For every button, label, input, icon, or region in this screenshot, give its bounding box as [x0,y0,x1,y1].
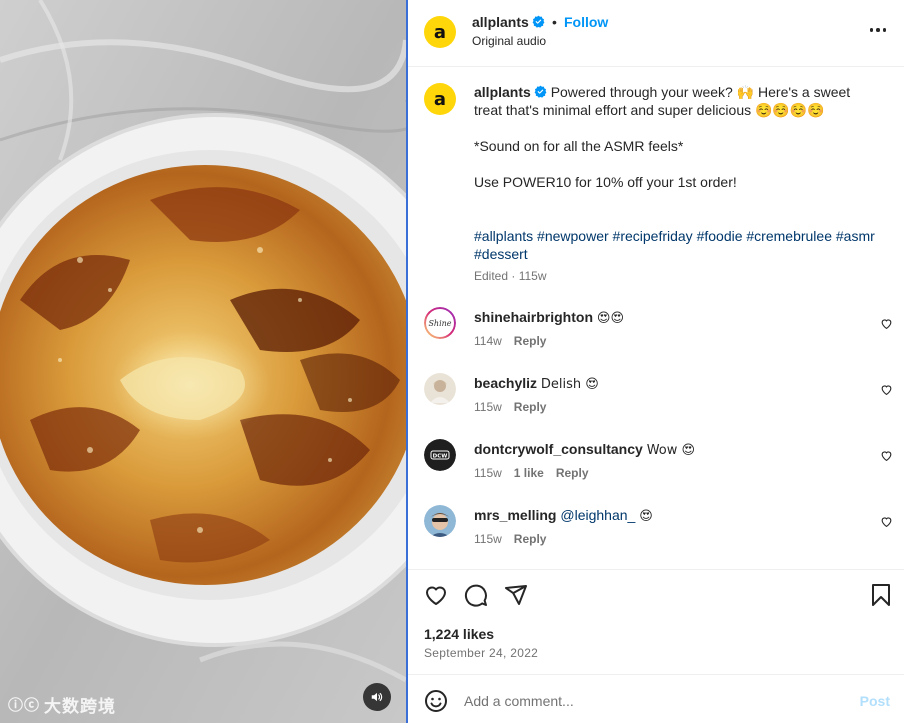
reply-button[interactable]: Reply [514,400,547,414]
comment-text: mrs_melling @leighhan_ 😍 [474,507,653,524]
comment-item: mrs_melling @leighhan_ 😍 115w Reply [408,505,904,569]
commenter-avatar[interactable] [424,373,456,405]
caption-line-2: *Sound on for all the ASMR feels* [474,138,684,154]
reply-button[interactable]: Reply [514,334,547,348]
comment-age: 115w [474,532,502,546]
likes-count[interactable]: 1,224 likes [424,626,494,642]
comment-body: 😍😍 [596,311,624,326]
add-comment-bar: Post [408,674,904,723]
watermark-text: 大数跨境 [44,697,117,717]
post-comment-button[interactable]: Post [860,693,890,709]
comment-item: DCW dontcrywolf_consultancy Wow 😍 115w 1… [408,439,904,505]
author-username[interactable]: allplants [472,14,545,30]
header-separator: • [552,14,557,30]
post-sidebar: a allplants • Follow Original audio a al… [408,0,904,723]
heart-icon[interactable] [424,583,448,607]
comment-meta: 115w Reply [474,400,546,414]
author-username-text: allplants [472,14,529,30]
verified-badge-icon [534,85,547,98]
svg-text:DCW: DCW [433,454,448,460]
comments-scroll-area[interactable]: a allplants Powered through your week? 🙌… [408,67,904,570]
post-header: a allplants • Follow Original audio [408,0,904,67]
caption-meta: Edited · 115w [474,269,547,283]
comment-mention[interactable]: @leighhan_ [560,507,635,523]
comment-body: Wow 😍 [646,443,696,458]
author-avatar[interactable]: a [424,16,456,48]
caption-line-3: Use POWER10 for 10% off your 1st order! [474,174,737,190]
heart-icon[interactable] [880,383,893,396]
more-options-icon[interactable] [868,18,888,42]
reply-button[interactable]: Reply [556,466,589,480]
post-date: September 24, 2022 [424,646,539,660]
avatar-letter: a [433,21,447,43]
share-icon[interactable] [504,583,528,607]
audio-label[interactable]: Original audio [472,34,546,48]
comment-likes-button[interactable]: 1 like [514,466,544,480]
caption-username[interactable]: allplants [474,84,531,100]
watermark-logo: ⓘⓒ [8,696,41,714]
creme-brulee-image [0,0,406,723]
comment-input[interactable] [464,688,844,714]
comment-item: Shine shinehairbrighton 😍😍 114w Reply [408,307,904,373]
speaker-icon [371,692,383,702]
comment-age: 115w [474,400,502,414]
comment-text: dontcrywolf_consultancy Wow 😍 [474,441,695,458]
comment-icon[interactable] [464,583,488,607]
commenter-avatar[interactable] [424,505,456,537]
follow-button[interactable]: Follow [564,14,608,30]
post-actions [408,575,904,615]
watermark: ⓘⓒ 大数跨境 [8,692,116,717]
comment-meta: 115w Reply [474,532,546,546]
heart-icon[interactable] [880,317,893,330]
mute-button[interactable] [363,683,391,711]
avatar-letter: a [433,88,447,110]
comment-age: 114w [474,334,502,348]
comment-body: 😍 [639,509,653,524]
verified-badge-icon [532,15,545,28]
comment-username[interactable]: beachyliz [474,375,537,391]
comment-body: Delish 😍 [540,377,599,392]
post-caption: allplants Powered through your week? 🙌 H… [474,83,878,285]
comment-username[interactable]: mrs_melling [474,507,556,523]
svg-text:Shine: Shine [428,319,451,328]
bookmark-icon[interactable] [869,583,893,607]
comment-meta: 115w 1 like Reply [474,466,589,480]
post-video[interactable]: ⓘⓒ 大数跨境 [0,0,406,723]
caption-author-avatar[interactable]: a [424,83,456,115]
reply-button[interactable]: Reply [514,532,547,546]
comment-username[interactable]: dontcrywolf_consultancy [474,441,643,457]
heart-icon[interactable] [880,515,893,528]
commenter-avatar[interactable]: DCW [424,439,456,471]
caption-hashtags[interactable]: #allplants #newpower #recipefriday #food… [474,228,875,262]
comment-item: beachyliz Delish 😍 115w Reply [408,373,904,439]
comment-text: beachyliz Delish 😍 [474,375,599,392]
comment-username[interactable]: shinehairbrighton [474,309,593,325]
comment-meta: 114w Reply [474,334,546,348]
comment-age: 115w [474,466,502,480]
commenter-avatar[interactable]: Shine [424,307,456,339]
comment-text: shinehairbrighton 😍😍 [474,309,624,326]
emoji-icon[interactable] [424,689,448,713]
heart-icon[interactable] [880,449,893,462]
